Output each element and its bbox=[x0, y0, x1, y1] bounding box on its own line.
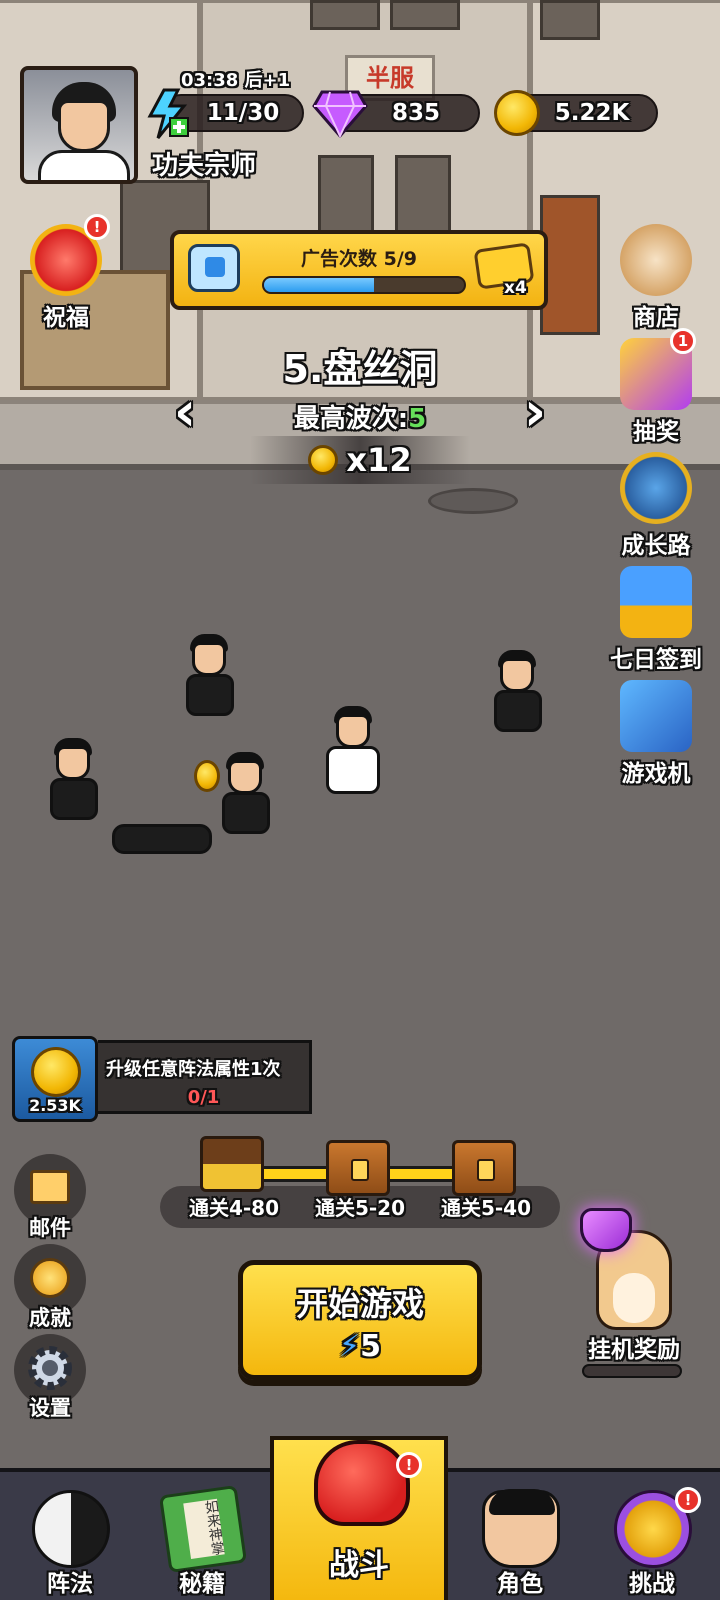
milestone-chest-locked[interactable] bbox=[326, 1140, 390, 1196]
shop-button[interactable]: 商店 bbox=[608, 224, 704, 332]
nav-battle-label: 战斗 bbox=[329, 1548, 389, 1583]
idle-gem-icon bbox=[580, 1208, 632, 1252]
enemy-thug bbox=[44, 738, 104, 820]
window bbox=[540, 0, 600, 40]
coins-value: 5.22K bbox=[554, 100, 630, 126]
ad-progress-track bbox=[262, 276, 466, 294]
door bbox=[540, 195, 600, 335]
settings-label: 设置 bbox=[29, 1396, 71, 1420]
energy-bolt-icon: ⚡ bbox=[339, 1329, 361, 1364]
stage-name: 5.盘丝洞 bbox=[282, 347, 438, 391]
stage-coin-reward: x12 bbox=[250, 436, 470, 484]
window bbox=[310, 0, 380, 30]
window bbox=[395, 155, 451, 235]
quest-panel[interactable]: 升级任意阵法属性1次 0/1 bbox=[98, 1040, 312, 1114]
growth-path-button[interactable]: 成长路 bbox=[608, 452, 704, 560]
coin-icon bbox=[494, 90, 540, 136]
game-console-icon bbox=[620, 680, 692, 752]
coin-icon bbox=[31, 1047, 81, 1097]
milestone-label: 通关5-40 bbox=[440, 1196, 532, 1220]
quest-progress: 0/1 bbox=[187, 1087, 220, 1108]
nav-formation-label: 阵法 bbox=[47, 1571, 93, 1597]
nav-battle-badge: ! bbox=[396, 1452, 422, 1478]
quest-reward-icon[interactable]: 2.53K bbox=[12, 1036, 98, 1122]
player-fighter bbox=[318, 706, 388, 796]
idle-reward-bar bbox=[582, 1364, 682, 1378]
idle-reward-label: 挂机奖励 bbox=[588, 1337, 680, 1363]
player-avatar[interactable] bbox=[20, 66, 138, 184]
prev-stage-chevron-left-icon[interactable]: ‹ bbox=[162, 382, 208, 442]
coin-reward-value: x12 bbox=[346, 441, 412, 479]
quest-text: 升级任意阵法属性1次 bbox=[106, 1059, 281, 1080]
milestone-chest-locked[interactable] bbox=[452, 1140, 516, 1196]
coin-icon bbox=[308, 445, 339, 475]
next-stage-chevron-right-icon[interactable]: › bbox=[512, 382, 558, 442]
enemy-thug bbox=[216, 752, 276, 834]
yin-yang-icon bbox=[32, 1490, 110, 1568]
gift-box-icon bbox=[620, 566, 692, 638]
milestone-chest-open[interactable] bbox=[200, 1136, 264, 1192]
manhole bbox=[428, 488, 518, 514]
nav-challenge-label: 挑战 bbox=[629, 1571, 675, 1597]
energy-timer: 03:38 后+1 bbox=[181, 70, 291, 91]
start-game-cost: ⚡5 bbox=[243, 1329, 477, 1364]
mail-label: 邮件 bbox=[29, 1216, 71, 1240]
player-name: 功夫宗师 bbox=[152, 151, 257, 181]
blessing-button[interactable]: ! 祝福 bbox=[18, 214, 114, 332]
energy-value: 11/30 bbox=[206, 100, 280, 126]
ad-progress-fill bbox=[264, 278, 374, 292]
enemy-thug bbox=[180, 634, 240, 716]
milestone-label: 通关5-20 bbox=[314, 1196, 406, 1220]
shop-label: 商店 bbox=[633, 305, 679, 331]
window bbox=[390, 0, 460, 30]
nav-character[interactable]: 角色 bbox=[454, 1472, 586, 1600]
quest-reward-amount: 2.53K bbox=[29, 1096, 81, 1115]
mail-button[interactable]: 邮件 bbox=[12, 1154, 88, 1242]
character-portrait-icon bbox=[482, 1489, 560, 1568]
defeated-enemy bbox=[112, 824, 212, 854]
idle-reward-button[interactable]: 挂机奖励 bbox=[576, 1200, 692, 1380]
best-wave-value: 5 bbox=[408, 404, 427, 434]
milestone-label: 通关4-80 bbox=[188, 1196, 280, 1220]
settings-button[interactable]: 设置 bbox=[12, 1334, 88, 1422]
blessing-badge: ! bbox=[84, 214, 110, 240]
laurel-book-icon bbox=[620, 452, 692, 524]
bottom-nav: 阵法 如来神掌 秘籍 ! 战斗 角色 ! 挑战 bbox=[0, 1436, 720, 1600]
ticket-multiplier: x4 bbox=[504, 278, 527, 298]
start-game-label: 开始游戏 bbox=[295, 1285, 424, 1323]
manual-book-text: 如来神掌 bbox=[183, 1499, 226, 1559]
energy-bolt-icon bbox=[146, 88, 190, 140]
boxing-glove-icon: ! bbox=[314, 1440, 422, 1526]
shop-stall-icon bbox=[620, 224, 692, 296]
nav-challenge-badge: ! bbox=[675, 1487, 701, 1513]
start-game-button[interactable]: 开始游戏 ⚡5 bbox=[238, 1260, 482, 1380]
arcade-label: 游戏机 bbox=[621, 761, 691, 787]
dropped-coin[interactable] bbox=[194, 760, 220, 792]
start-game-cost-value: 5 bbox=[360, 1329, 381, 1364]
gems-value: 835 bbox=[391, 100, 440, 126]
best-wave: 最高波次:5 bbox=[0, 398, 720, 435]
nav-battle[interactable]: ! 战斗 bbox=[270, 1436, 448, 1600]
growth-path-label: 成长路 bbox=[621, 533, 691, 559]
nav-manual-label: 秘籍 bbox=[179, 1571, 225, 1597]
green-book-icon: 如来神掌 bbox=[158, 1484, 248, 1574]
nav-formation[interactable]: 阵法 bbox=[4, 1472, 136, 1600]
arcade-button[interactable]: 游戏机 bbox=[608, 680, 704, 788]
enemy-thug bbox=[488, 650, 548, 732]
trophy-icon: ! bbox=[614, 1487, 701, 1568]
seven-day-signin-label: 七日签到 bbox=[610, 647, 702, 673]
nav-manual[interactable]: 如来神掌 秘籍 bbox=[136, 1472, 268, 1600]
boxing-glove-icon: ! bbox=[30, 214, 110, 296]
achievement-label: 成就 bbox=[29, 1306, 71, 1330]
nav-character-label: 角色 bbox=[497, 1571, 543, 1597]
gem-icon bbox=[312, 88, 368, 139]
nav-challenge[interactable]: ! 挑战 bbox=[586, 1472, 718, 1600]
ad-watch-bar[interactable]: 广告次数 5/9 x4 bbox=[170, 230, 548, 310]
blessing-label: 祝福 bbox=[43, 305, 89, 331]
seven-day-signin-button[interactable]: 七日签到 bbox=[602, 566, 710, 674]
best-wave-label: 最高波次: bbox=[293, 404, 409, 434]
window bbox=[318, 155, 374, 235]
achievement-button[interactable]: 成就 bbox=[12, 1244, 88, 1332]
